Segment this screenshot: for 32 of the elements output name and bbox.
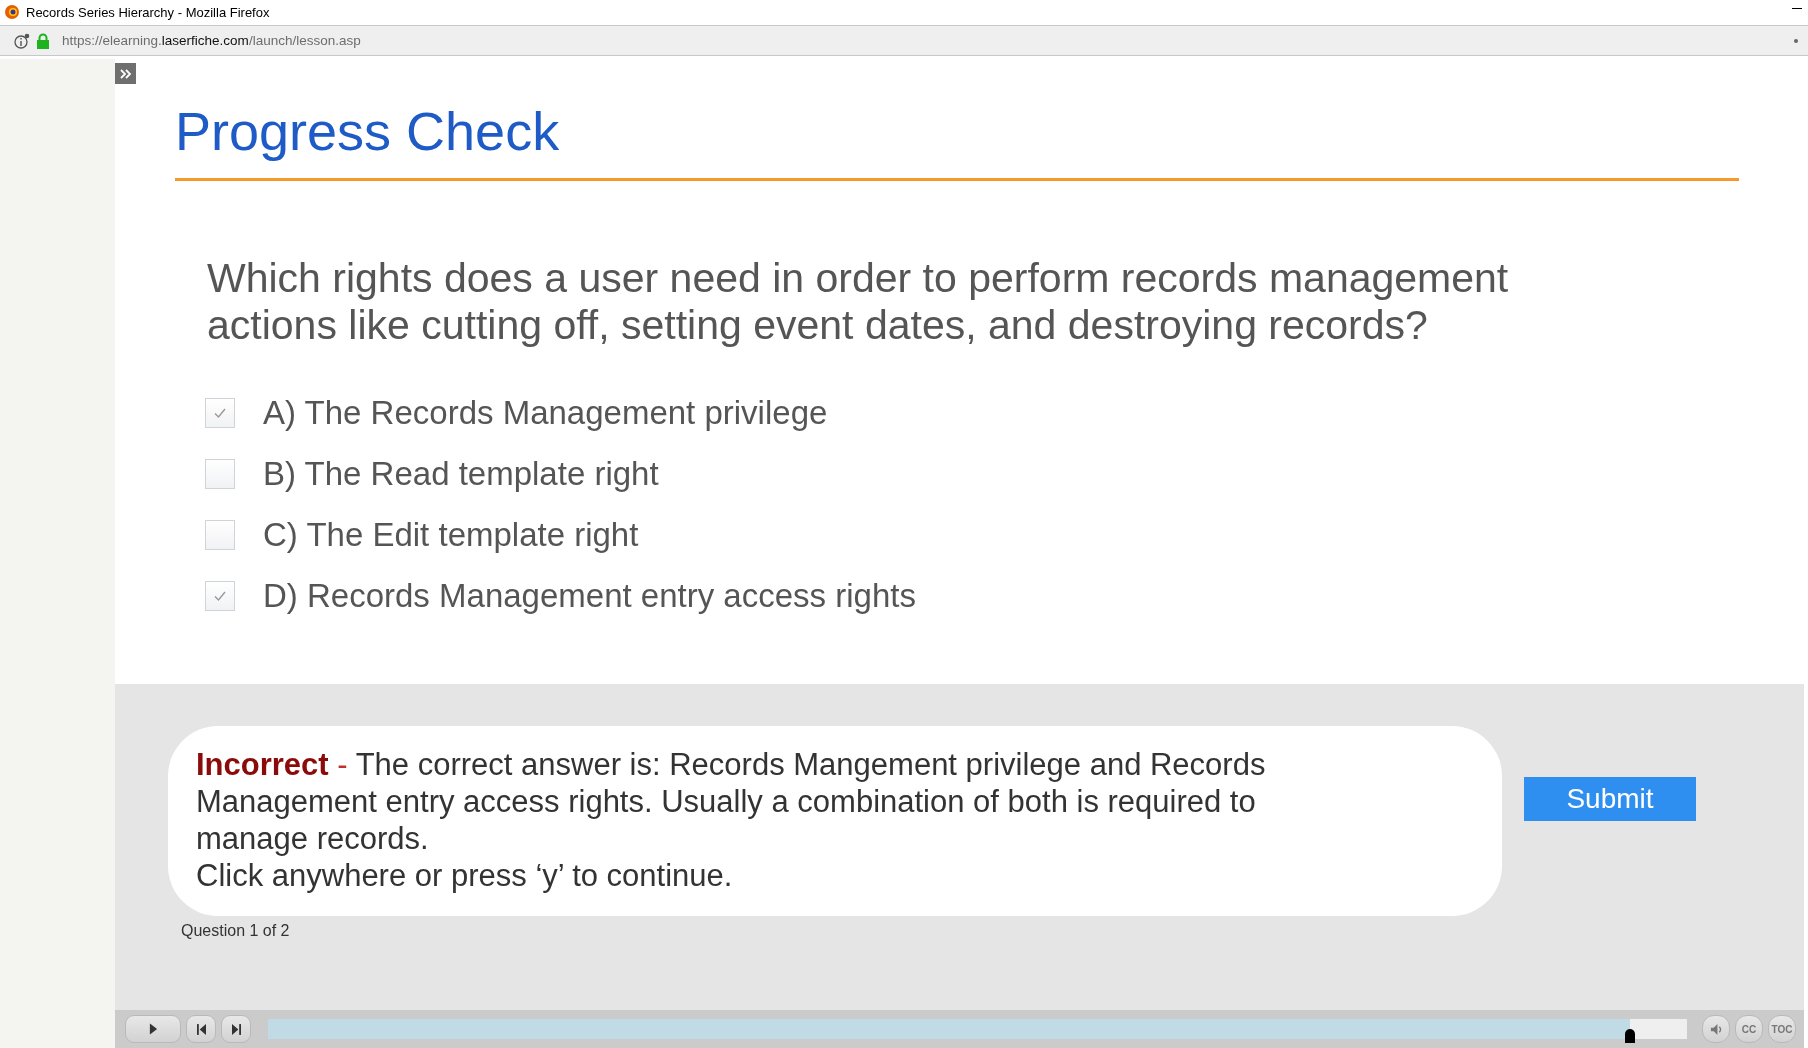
option-label[interactable]: C) The Edit template right bbox=[263, 516, 639, 553]
minimize-button[interactable] bbox=[1792, 7, 1802, 9]
checkbox[interactable] bbox=[205, 519, 235, 550]
double-chevron-icon bbox=[119, 68, 132, 79]
continue-prompt: Click anywhere or press ‘y’ to continue. bbox=[196, 857, 734, 894]
slide-title: Progress Check bbox=[175, 100, 561, 163]
question-counter: Question 1 of 2 bbox=[181, 922, 291, 940]
checkbox[interactable] bbox=[205, 397, 235, 428]
play-icon bbox=[148, 1023, 158, 1035]
skip-forward-icon bbox=[231, 1023, 241, 1035]
skip-back-icon bbox=[196, 1023, 206, 1035]
next-button[interactable] bbox=[221, 1015, 251, 1043]
checkbox[interactable] bbox=[205, 580, 235, 611]
expand-sidebar-button[interactable] bbox=[115, 63, 136, 84]
info-icon[interactable] bbox=[14, 32, 30, 49]
menu-dot-icon[interactable] bbox=[1794, 38, 1798, 43]
question-text: Which rights does a user need in order to perform records management actions like cutting off, setting event dates, and destroying records? bbox=[207, 254, 1510, 349]
checkbox[interactable] bbox=[205, 458, 235, 489]
play-button[interactable] bbox=[125, 1015, 181, 1043]
browser-logo-icon bbox=[4, 4, 20, 20]
volume-button[interactable] bbox=[1702, 1015, 1730, 1043]
lock-icon bbox=[36, 32, 50, 49]
option-label[interactable]: B) The Read template right bbox=[263, 455, 659, 492]
feedback-message: Incorrect - The correct answer is: Records Mangement privilege and Records Management entry access rights. Usually a combination of both is required to manage records. bbox=[196, 746, 1267, 857]
option-label[interactable]: D) Records Management entry access rights bbox=[263, 577, 916, 614]
progress-handle[interactable] bbox=[1625, 1029, 1636, 1043]
url-text: https://elearning.laserfiche.com/launch/lesson.asp bbox=[62, 33, 361, 48]
speaker-icon bbox=[1709, 1022, 1723, 1036]
address-bar[interactable]: https://elearning.laserfiche.com/launch/lesson.asp bbox=[0, 25, 1808, 56]
option-label[interactable]: A) The Records Management privilege bbox=[263, 394, 828, 431]
previous-button[interactable] bbox=[186, 1015, 216, 1043]
window-title: Records Series Hierarchy - Mozilla Firefox bbox=[26, 4, 270, 20]
